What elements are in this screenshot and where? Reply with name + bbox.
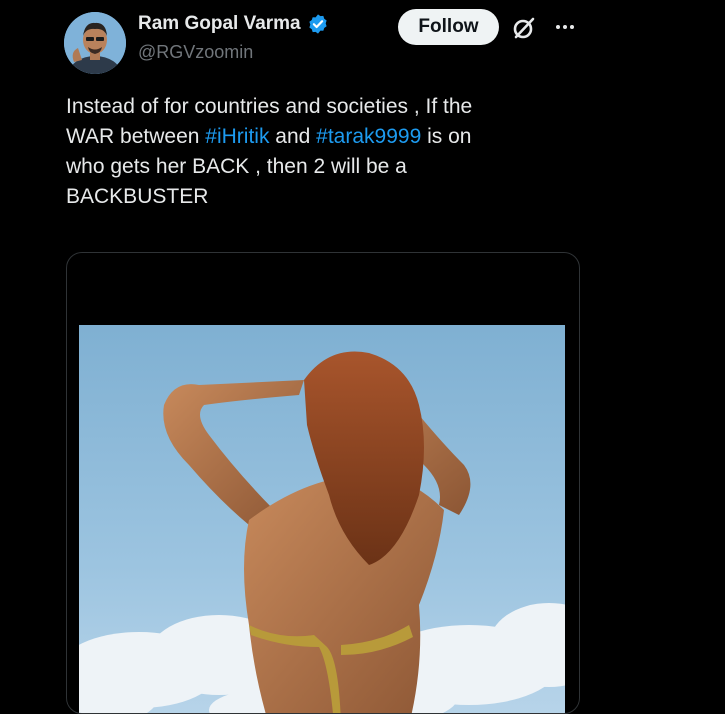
- tweet-line: who gets her BACK , then 2 will be a: [66, 155, 407, 178]
- tweet-line: WAR between #iHritik and #tarak9999 is o…: [66, 122, 606, 152]
- tweet-line: Instead of for countries and societies ,…: [66, 95, 473, 118]
- tweet-line: BACKBUSTER: [66, 185, 209, 208]
- name-row: Ram Gopal Varma: [138, 13, 329, 35]
- hashtag-ihritik[interactable]: #iHritik: [205, 125, 269, 148]
- tweet-text-segment: WAR between: [66, 125, 206, 148]
- hashtag-tarak9999[interactable]: #tarak9999: [316, 125, 421, 148]
- follow-button[interactable]: Follow: [398, 9, 499, 45]
- display-name[interactable]: Ram Gopal Varma: [138, 13, 301, 35]
- verified-badge-icon: [309, 14, 327, 34]
- tweet-text: Instead of for countries and societies ,…: [66, 92, 606, 212]
- tweet-text-segment: and: [269, 125, 317, 148]
- tweet-post: Ram Gopal Varma @RGVzoomin Follow Instea…: [0, 0, 725, 714]
- grok-icon[interactable]: [511, 15, 537, 41]
- profile-photo-icon: [64, 12, 126, 74]
- more-options-icon[interactable]: [553, 15, 577, 39]
- photo-image: [79, 325, 565, 713]
- media-attachment[interactable]: [66, 252, 580, 714]
- media-photo[interactable]: [79, 325, 565, 713]
- user-handle[interactable]: @RGVzoomin: [138, 42, 253, 63]
- tweet-text-segment: is on: [421, 125, 472, 148]
- avatar[interactable]: [64, 12, 126, 74]
